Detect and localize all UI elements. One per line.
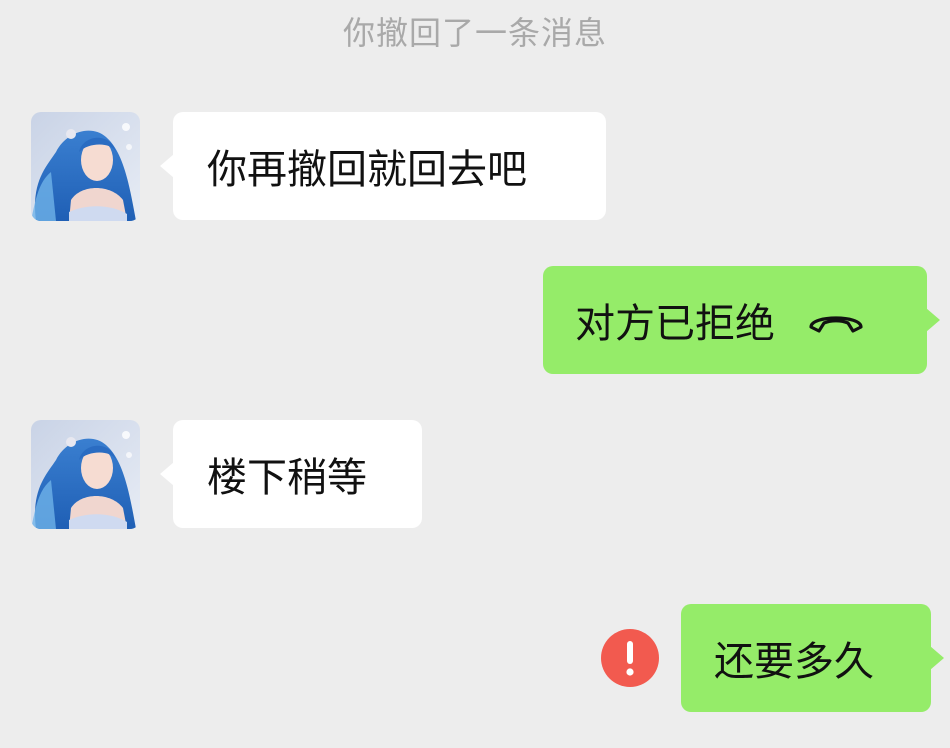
message-text: 你再撤回就回去吧 [207,147,527,193]
message-text: 还要多久 [714,639,874,685]
message-bubble-incoming[interactable]: 楼下稍等 [160,420,422,528]
message-bubble-outgoing-call[interactable]: 对方已拒绝 [543,266,940,374]
message-text: 楼下稍等 [207,455,367,501]
avatar-image [31,112,140,221]
message-text: 对方已拒绝 [575,301,775,347]
contact-avatar[interactable] [31,112,140,221]
contact-avatar[interactable] [31,420,140,529]
recall-notice: 你撤回了一条消息 [342,14,607,52]
send-failed-icon[interactable] [600,628,660,688]
phone-hangup-icon [805,305,867,335]
message-bubble-outgoing[interactable]: 还要多久 [681,604,944,712]
message-bubble-incoming[interactable]: 你再撤回就回去吧 [160,112,606,220]
avatar-image [31,420,140,529]
